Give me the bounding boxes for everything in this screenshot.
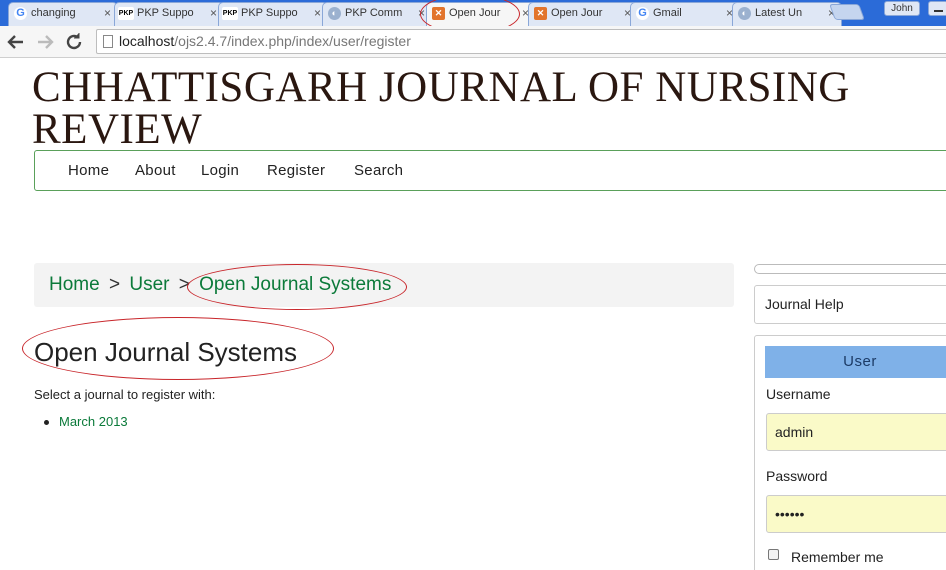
- journal-link[interactable]: March 2013: [44, 414, 128, 429]
- browser-tab[interactable]: ✕ Open Jour ×: [528, 2, 638, 26]
- browser-tab[interactable]: PKP PKP Suppo ×: [218, 2, 328, 26]
- address-bar[interactable]: localhost/ojs2.4.7/index.php/index/user/…: [96, 29, 946, 54]
- remember-me-checkbox[interactable]: [768, 549, 779, 560]
- tab-label: Open Jour: [551, 7, 603, 19]
- browser-toolbar: localhost/ojs2.4.7/index.php/index/user/…: [0, 26, 946, 58]
- ojs-icon: ✕: [534, 7, 547, 20]
- pkp-community-icon: ◐: [738, 7, 751, 20]
- page-title: Open Journal Systems: [34, 337, 298, 367]
- forward-arrow-icon[interactable]: [33, 30, 57, 54]
- browser-tab-active[interactable]: ✕ Open Jour ×: [426, 2, 536, 26]
- password-label: Password: [766, 468, 828, 484]
- breadcrumb-current[interactable]: Open Journal Systems: [199, 274, 391, 295]
- username-label: Username: [766, 386, 831, 402]
- sidebar-block-empty: [754, 264, 946, 274]
- user-login-block: User Username admin Password •••••• Reme…: [754, 335, 946, 570]
- journal-list: March 2013: [44, 414, 128, 429]
- browser-tab[interactable]: ◐ PKP Comm ×: [322, 2, 432, 26]
- breadcrumb: Home > User > Open Journal Systems: [34, 263, 734, 307]
- tab-label: Open Jour: [449, 7, 501, 19]
- close-icon[interactable]: ×: [210, 3, 217, 23]
- minimize-icon[interactable]: [928, 1, 946, 16]
- main-navigation: Home About Login Register Search: [34, 150, 946, 191]
- user-block-header: User: [765, 346, 946, 378]
- tab-label: PKP Suppo: [137, 7, 194, 19]
- tab-label: Latest Un: [755, 7, 803, 19]
- close-icon[interactable]: ×: [418, 3, 425, 23]
- password-field[interactable]: ••••••: [766, 495, 946, 533]
- google-icon: G: [636, 7, 649, 20]
- url-path: /ojs2.4.7/index.php/index/user/register: [174, 33, 411, 49]
- tab-label: PKP Suppo: [241, 7, 298, 19]
- site-title[interactable]: CHHATTISGARH JOURNAL OF NURSING REVIEW: [32, 66, 942, 151]
- browser-tab[interactable]: G changing ×: [8, 2, 118, 26]
- intro-text: Select a journal to register with:: [34, 387, 216, 402]
- pkp-community-icon: ◐: [328, 7, 341, 20]
- tab-label: changing: [31, 7, 76, 19]
- browser-tab[interactable]: ◐ Latest Un ×: [732, 2, 842, 26]
- browser-tab-strip: G changing × PKP PKP Suppo × PKP PKP Sup…: [0, 0, 946, 26]
- pkp-icon: PKP: [222, 7, 238, 20]
- web-page: CHHATTISGARH JOURNAL OF NURSING REVIEW H…: [0, 59, 946, 570]
- pkp-icon: PKP: [118, 7, 134, 20]
- breadcrumb-home[interactable]: Home: [49, 274, 100, 295]
- close-icon[interactable]: ×: [104, 3, 111, 23]
- remember-me-label: Remember me: [791, 549, 884, 565]
- new-tab-button[interactable]: [829, 4, 865, 20]
- back-arrow-icon[interactable]: [4, 30, 28, 54]
- ojs-icon: ✕: [432, 7, 445, 20]
- journal-help-link[interactable]: Journal Help: [754, 285, 946, 324]
- browser-tab[interactable]: G Gmail ×: [630, 2, 740, 26]
- reload-icon[interactable]: [62, 30, 86, 54]
- breadcrumb-separator: >: [108, 274, 121, 295]
- nav-login[interactable]: Login: [201, 162, 239, 179]
- nav-search[interactable]: Search: [354, 162, 403, 179]
- page-icon: [103, 35, 113, 48]
- nav-register[interactable]: Register: [267, 162, 325, 179]
- url-host: localhost: [119, 33, 175, 49]
- tab-label: Gmail: [653, 7, 682, 19]
- username-field[interactable]: admin: [766, 413, 946, 451]
- breadcrumb-user[interactable]: User: [129, 274, 169, 295]
- profile-button[interactable]: John: [884, 1, 920, 16]
- nav-about[interactable]: About: [135, 162, 176, 179]
- close-icon[interactable]: ×: [314, 3, 321, 23]
- tab-label: PKP Comm: [345, 7, 403, 19]
- browser-tab[interactable]: PKP PKP Suppo ×: [114, 2, 224, 26]
- breadcrumb-separator: >: [178, 274, 190, 295]
- google-icon: G: [14, 7, 27, 20]
- nav-home[interactable]: Home: [68, 162, 109, 179]
